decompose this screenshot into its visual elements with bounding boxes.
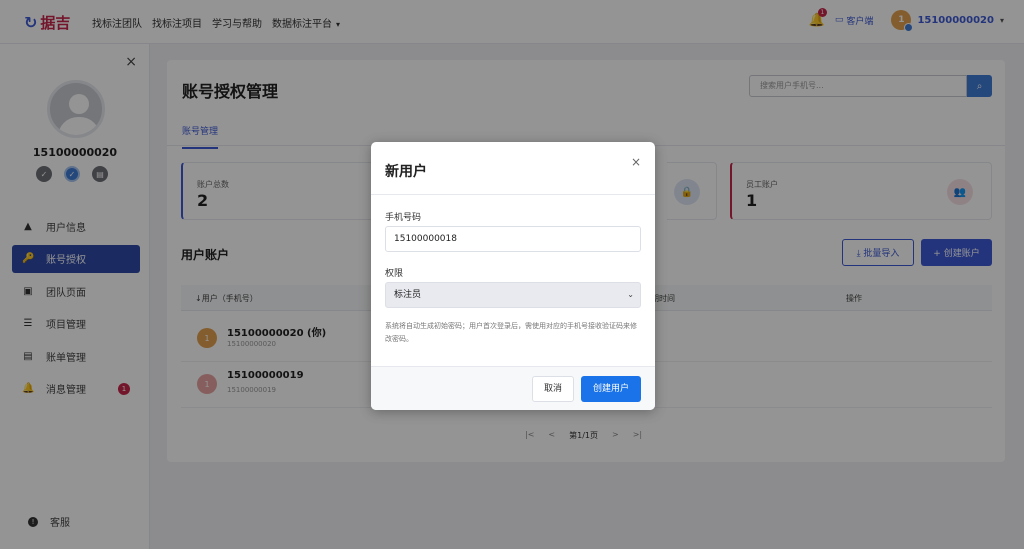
new-user-dialog: 新用户 × 手机号码 15100000018 权限 标注员 ⌄ 系统将自动生成初… <box>371 142 655 410</box>
close-icon[interactable]: × <box>631 155 641 169</box>
password-hint: 系统将自动生成初始密码；用户首次登录后，需使用对应的手机号接收验证码来修改密码。 <box>385 322 637 343</box>
phone-label: 手机号码 <box>385 213 422 223</box>
cancel-button[interactable]: 取消 <box>532 376 574 402</box>
create-user-button[interactable]: 创建用户 <box>581 376 641 402</box>
dialog-title: 新用户 <box>385 164 427 180</box>
role-label: 权限 <box>385 269 404 279</box>
dialog-footer: 取消 创建用户 <box>371 366 655 410</box>
phone-field[interactable]: 15100000018 <box>385 226 641 252</box>
role-select[interactable]: 标注员 ⌄ <box>385 282 641 308</box>
chevron-down-icon: ⌄ <box>627 290 634 299</box>
